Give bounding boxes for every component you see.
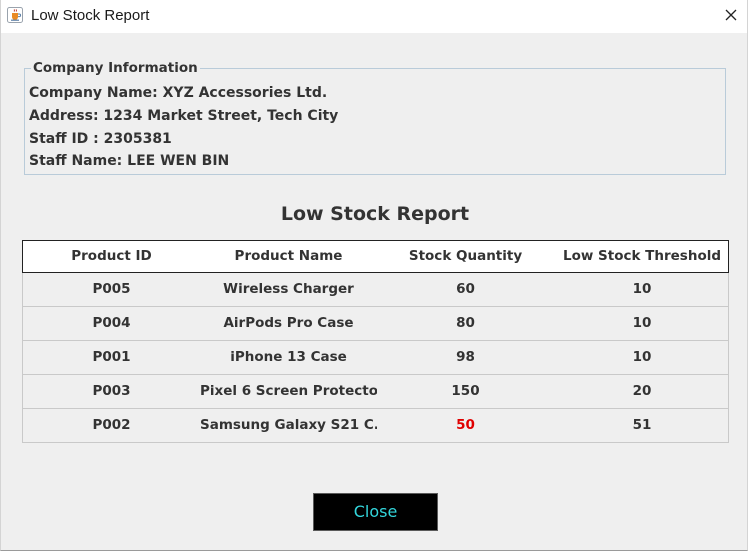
stock-quantity-cell: 80 xyxy=(456,315,475,331)
table-row[interactable]: P004 AirPods Pro Case 80 10 xyxy=(23,306,728,340)
stock-quantity-cell: 150 xyxy=(451,383,480,399)
table-header: Product ID Product Name Stock Quantity L… xyxy=(22,240,729,273)
product-name-cell: Pixel 6 Screen Protector xyxy=(200,383,377,399)
product-name-cell: Samsung Galaxy S21 C... xyxy=(200,417,377,433)
low-stock-threshold-cell: 10 xyxy=(632,315,652,331)
product-id-cell: P002 xyxy=(92,417,131,433)
table-row[interactable]: P003 Pixel 6 Screen Protector 150 20 xyxy=(23,374,728,408)
report-title: Low Stock Report xyxy=(280,203,470,225)
stock-quantity-cell: 60 xyxy=(456,281,475,297)
close-button[interactable]: Close xyxy=(313,493,438,531)
low-stock-table: Product ID Product Name Stock Quantity L… xyxy=(22,240,729,443)
low-stock-report-dialog: Low Stock Report Company Information Com… xyxy=(0,0,748,551)
product-name-cell: Wireless Charger xyxy=(223,281,354,297)
company-information-panel: Company Information Company Name: XYZ Ac… xyxy=(24,60,726,175)
product-name-cell: iPhone 13 Case xyxy=(230,349,347,365)
low-stock-threshold-cell: 10 xyxy=(632,349,652,365)
company-information-legend: Company Information xyxy=(31,60,200,76)
staff-id-text: Staff ID : 2305381 xyxy=(29,131,172,147)
column-header-low-stock-threshold[interactable]: Low Stock Threshold xyxy=(554,241,730,272)
table-row[interactable]: P002 Samsung Galaxy S21 C... 50 51 xyxy=(23,408,728,442)
low-stock-threshold-cell: 51 xyxy=(632,417,652,433)
stock-quantity-cell-below-threshold: 50 xyxy=(456,417,475,433)
company-name-text: Company Name: XYZ Accessories Ltd. xyxy=(29,85,328,101)
window-title: Low Stock Report xyxy=(31,7,150,24)
table-row[interactable]: P001 iPhone 13 Case 98 10 xyxy=(23,340,728,374)
column-header-product-name[interactable]: Product Name xyxy=(200,241,377,272)
product-name-cell: AirPods Pro Case xyxy=(223,315,354,331)
product-id-cell: P001 xyxy=(92,349,131,365)
product-id-cell: P005 xyxy=(92,281,131,297)
window-close-icon[interactable] xyxy=(719,5,743,27)
low-stock-threshold-cell: 10 xyxy=(632,281,652,297)
low-stock-threshold-cell: 20 xyxy=(632,383,652,399)
title-bar[interactable]: Low Stock Report xyxy=(1,0,747,33)
product-id-cell: P004 xyxy=(92,315,131,331)
stock-quantity-cell: 98 xyxy=(456,349,475,365)
column-header-stock-quantity[interactable]: Stock Quantity xyxy=(377,241,554,272)
staff-name-text: Staff Name: LEE WEN BIN xyxy=(29,153,230,169)
java-cup-icon xyxy=(7,7,23,23)
column-header-product-id[interactable]: Product ID xyxy=(23,241,200,272)
product-id-cell: P003 xyxy=(92,383,131,399)
address-text: Address: 1234 Market Street, Tech City xyxy=(29,108,339,124)
table-body: P005 Wireless Charger 60 10 P004 AirPods… xyxy=(22,273,729,443)
table-row[interactable]: P005 Wireless Charger 60 10 xyxy=(23,273,728,306)
